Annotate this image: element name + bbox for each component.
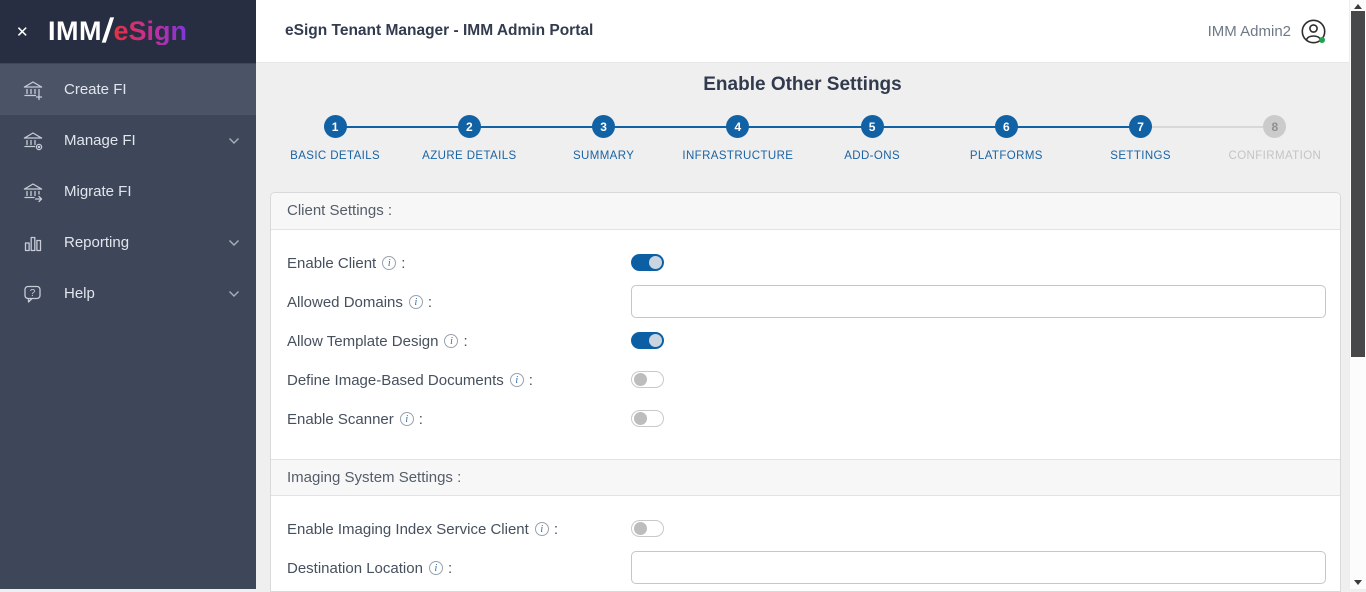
logo-imm-text: IMM [48,18,102,45]
enable-imaging-index-service-client-toggle[interactable] [631,520,664,537]
step-number: 6 [995,115,1018,138]
sidebar-item-label: Reporting [64,234,228,251]
online-status-dot [1319,37,1325,43]
section-header-imaging-system-settings: Imaging System Settings : [271,459,1340,496]
info-icon[interactable]: i [535,522,549,536]
chevron-down-icon [228,137,240,145]
toggle-knob [649,334,662,347]
sidebar-item-label: Migrate FI [64,183,240,200]
allow-template-design-toggle[interactable] [631,332,664,349]
step-label: INFRASTRUCTURE [682,150,793,162]
sidebar-item-label: Create FI [64,81,240,98]
allowed-domains-input[interactable] [631,285,1326,318]
sidebar-item-migrate-fi[interactable]: Migrate FI [0,166,256,217]
field-label-enable-scanner: Enable Scanner i : [287,407,423,431]
step-label: ADD-ONS [844,150,900,162]
app-logo: IMM / eSign [48,14,187,50]
wizard-stepper: 1 BASIC DETAILS 2 AZURE DETAILS 3 SUMMAR… [268,111,1342,173]
sidebar-nav: Create FI Manage FI [0,64,256,319]
step-basic-details[interactable]: 1 BASIC DETAILS [268,111,402,162]
step-number: 4 [726,115,749,138]
step-add-ons[interactable]: 5 ADD-ONS [805,111,939,162]
page-title: Enable Other Settings [256,74,1349,96]
info-icon[interactable]: i [429,561,443,575]
step-number: 5 [861,115,884,138]
step-label: PLATFORMS [970,150,1043,162]
info-icon[interactable]: i [400,412,414,426]
step-number: 3 [592,115,615,138]
sidebar-item-help[interactable]: ? Help [0,268,256,319]
sidebar-item-reporting[interactable]: Reporting [0,217,256,268]
sidebar-item-create-fi[interactable]: Create FI [0,64,256,115]
info-icon[interactable]: i [510,373,524,387]
svg-text:?: ? [30,288,36,299]
field-label-define-image-based-documents: Define Image-Based Documents i : [287,368,533,392]
bank-plus-icon [22,79,44,101]
field-label-allow-template-design: Allow Template Design i : [287,329,468,353]
step-label: BASIC DETAILS [290,150,380,162]
toggle-knob [634,373,647,386]
field-label-enable-imaging-index-service-client: Enable Imaging Index Service Client i : [287,517,558,541]
step-confirmation[interactable]: 8 CONFIRMATION [1208,111,1342,162]
section-header-client-settings: Client Settings : [271,193,1340,230]
step-label: AZURE DETAILS [422,150,516,162]
step-label: CONFIRMATION [1229,150,1322,162]
vertical-scrollbar[interactable] [1349,0,1366,589]
scrollbar-thumb[interactable] [1351,11,1365,357]
toggle-knob [634,412,647,425]
step-label: SUMMARY [573,150,634,162]
step-number: 1 [324,115,347,138]
info-icon[interactable]: i [409,295,423,309]
field-label-destination-location: Destination Location i : [287,556,452,580]
info-icon[interactable]: i [382,256,396,270]
enable-client-toggle[interactable] [631,254,664,271]
step-azure-details[interactable]: 2 AZURE DETAILS [402,111,536,162]
app-title: eSign Tenant Manager - IMM Admin Portal [285,0,593,62]
step-number: 7 [1129,115,1152,138]
enable-scanner-toggle[interactable] [631,410,664,427]
sidebar-logo-block: ✕ IMM / eSign [0,0,256,63]
sidebar: ✕ IMM / eSign Create FI [0,0,256,589]
chevron-down-icon [228,239,240,247]
step-number: 2 [458,115,481,138]
bank-gear-icon [22,130,44,152]
user-name: IMM Admin2 [1208,23,1291,40]
help-bubble-icon: ? [22,283,44,305]
step-platforms[interactable]: 6 PLATFORMS [939,111,1073,162]
destination-location-input[interactable] [631,551,1326,584]
sidebar-item-label: Manage FI [64,132,228,149]
settings-card: Client Settings : Enable Client i : Allo… [270,192,1341,592]
bank-arrow-icon [22,181,44,203]
step-infrastructure[interactable]: 4 INFRASTRUCTURE [671,111,805,162]
chevron-down-icon [228,290,240,298]
toggle-knob [634,522,647,535]
field-label-enable-client: Enable Client i : [287,251,405,275]
step-label: SETTINGS [1110,150,1171,162]
logo-esign-text: eSign [113,18,187,45]
sidebar-item-manage-fi[interactable]: Manage FI [0,115,256,166]
step-summary[interactable]: 3 SUMMARY [537,111,671,162]
user-avatar-icon[interactable] [1300,18,1327,45]
bar-chart-icon [22,232,44,254]
close-sidebar-icon[interactable]: ✕ [16,23,42,41]
topbar: eSign Tenant Manager - IMM Admin Portal … [256,0,1349,63]
step-settings[interactable]: 7 SETTINGS [1074,111,1208,162]
step-number: 8 [1263,115,1286,138]
main-content: Enable Other Settings 1 BASIC DETAILS 2 … [256,63,1349,589]
scroll-up-icon[interactable] [1354,4,1362,9]
user-menu[interactable]: IMM Admin2 [1208,0,1327,62]
define-image-based-documents-toggle[interactable] [631,371,664,388]
field-label-allowed-domains: Allowed Domains i : [287,290,432,314]
sidebar-item-label: Help [64,285,228,302]
info-icon[interactable]: i [444,334,458,348]
toggle-knob [649,256,662,269]
scroll-down-icon[interactable] [1354,580,1362,585]
